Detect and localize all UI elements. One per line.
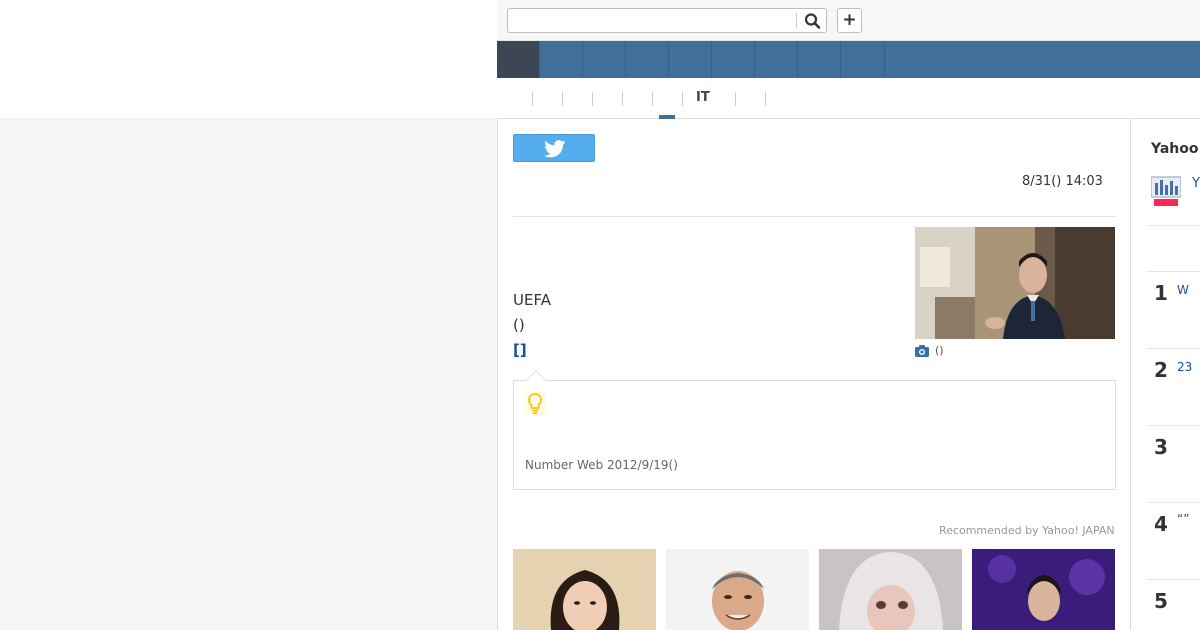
thumbnail-image: [972, 549, 1115, 630]
photo-caption: (): [935, 344, 944, 357]
tab-divider: [735, 92, 736, 106]
header-bar: +: [497, 0, 1200, 41]
recommend-thumbnail[interactable]: [513, 549, 656, 630]
tab-divider: [765, 92, 766, 106]
nav-item[interactable]: [669, 41, 712, 78]
search-divider: [796, 13, 797, 28]
article-photo[interactable]: [915, 227, 1115, 339]
category-tabs: IT: [497, 78, 1200, 119]
search-icon: [804, 13, 821, 29]
tip-box: Number Web 2012/9/19(): [513, 380, 1116, 490]
tab-divider: [622, 92, 623, 106]
recommend-thumbnail[interactable]: [819, 549, 962, 630]
sidebar-divider: [1146, 502, 1200, 503]
twitter-bird-icon: [544, 140, 566, 158]
recommend-thumbnail[interactable]: [972, 549, 1115, 630]
search-button[interactable]: [802, 11, 824, 31]
thumbnail-image: [513, 549, 656, 630]
sidebar-ranking: Yahoo Y 1 W 2 23 3 4 “” 5: [1131, 119, 1200, 630]
thumbnail-image: [819, 549, 962, 630]
sidebar-divider: [1146, 271, 1200, 272]
nav-item[interactable]: [755, 41, 798, 78]
nav-item[interactable]: [583, 41, 626, 78]
sidebar-title: Yahoo: [1151, 141, 1199, 157]
recommend-label: Recommended by Yahoo! JAPAN: [939, 524, 1115, 537]
article-divider: [513, 216, 1116, 217]
search-input[interactable]: [512, 11, 792, 30]
nav-item[interactable]: [540, 41, 583, 78]
yahoo-logo-icon: [1151, 176, 1181, 206]
rank-number: 5: [1154, 589, 1168, 613]
lightbulb-icon-wrap: [524, 391, 546, 415]
tab-divider: [532, 92, 533, 106]
tab-divider: [562, 92, 563, 106]
article-body-text: UEFA: [513, 291, 551, 309]
twitter-share-button[interactable]: [513, 134, 595, 162]
tab-it[interactable]: IT: [696, 90, 710, 105]
page-gutter: [0, 118, 497, 630]
article-main: 8/31() 14:03 () UEFA () [] Number Web 20…: [497, 119, 1131, 630]
lightbulb-icon: [528, 393, 542, 414]
tab-divider: [592, 92, 593, 106]
nav-item[interactable]: [841, 41, 885, 78]
rank-number: 4: [1154, 512, 1168, 536]
sidebar-divider: [1146, 425, 1200, 426]
article-photo-image: [915, 227, 1115, 339]
rank-link[interactable]: 23: [1177, 360, 1192, 374]
tip-source: Number Web 2012/9/19(): [525, 458, 678, 472]
rank-link[interactable]: W: [1177, 283, 1189, 297]
tab-divider: [682, 92, 683, 106]
main-nav: [497, 41, 1200, 78]
search-box: [507, 8, 827, 33]
rank-number: 1: [1154, 281, 1168, 305]
rank-number: 3: [1154, 435, 1168, 459]
recommend-thumbnail[interactable]: [666, 549, 809, 630]
sidebar-divider: [1146, 348, 1200, 349]
article-more-link[interactable]: []: [513, 341, 527, 359]
nav-item[interactable]: [798, 41, 841, 78]
rank-number: 2: [1154, 358, 1168, 382]
nav-item[interactable]: [626, 41, 669, 78]
page-blank-area: [0, 0, 497, 118]
sidebar-logo-link[interactable]: Y: [1192, 176, 1200, 191]
article-body-text: (): [513, 316, 525, 334]
sidebar-divider: [1146, 579, 1200, 580]
tab-divider: [652, 92, 653, 106]
nav-item-home[interactable]: [497, 41, 540, 78]
thumbnail-image: [666, 549, 809, 630]
camera-icon: [915, 345, 929, 357]
add-button[interactable]: +: [837, 8, 862, 33]
article-date: 8/31() 14:03: [1022, 174, 1103, 189]
sidebar-divider: [1146, 225, 1200, 226]
nav-item[interactable]: [712, 41, 755, 78]
rank-link[interactable]: “”: [1177, 512, 1189, 526]
